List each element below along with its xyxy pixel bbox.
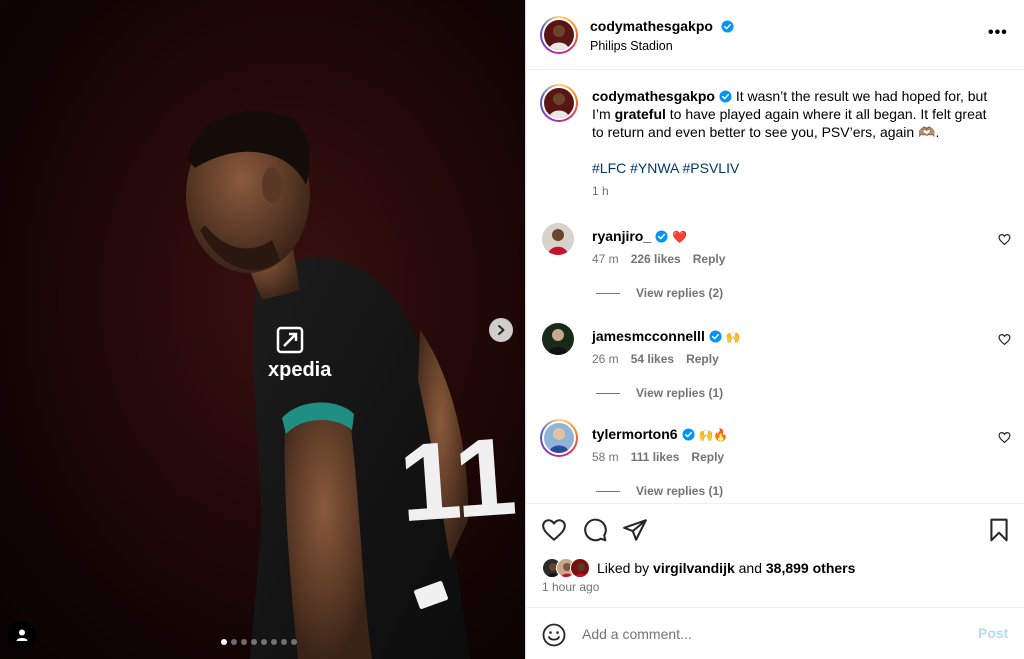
- tagged-users-button[interactable]: [8, 621, 36, 649]
- avatar-image: [544, 88, 574, 118]
- comment-likes[interactable]: 54 likes: [631, 352, 674, 366]
- add-comment-input[interactable]: [582, 622, 962, 646]
- commenter-avatar[interactable]: [540, 419, 578, 457]
- caption-time: 1 h: [592, 184, 609, 198]
- comment-reply-button[interactable]: Reply: [686, 352, 719, 366]
- view-replies-button[interactable]: View replies (1): [596, 386, 723, 400]
- liked-by-user[interactable]: virgilvandijk: [653, 560, 735, 576]
- post-media[interactable]: xpedia 11: [0, 0, 525, 659]
- carousel-dot: [251, 639, 257, 645]
- comment-reply-button[interactable]: Reply: [693, 252, 726, 266]
- liked-by-prefix: Liked by: [597, 560, 650, 576]
- verified-badge-icon: [721, 20, 734, 33]
- comment-meta: 47 m 226 likes Reply: [592, 252, 725, 266]
- comment-text: 🙌: [725, 330, 741, 344]
- comment-line: tylermorton6 🙌🔥: [592, 426, 728, 442]
- player-photo: xpedia 11: [186, 111, 520, 659]
- caption-bold-text: grateful: [614, 106, 666, 122]
- comment-age: 58 m: [592, 450, 619, 464]
- instagram-post-modal: xpedia 11 codymathesgakpo Philips Stadio…: [0, 0, 1024, 659]
- comment-likes[interactable]: 111 likes: [631, 450, 680, 464]
- jersey-sponsor-text: xpedia: [268, 359, 332, 381]
- divider: [596, 292, 620, 294]
- liker-avatars[interactable]: [542, 558, 594, 578]
- avatar-image: [542, 323, 574, 355]
- carousel-indicator: [221, 639, 297, 645]
- post-actions: Liked by virgilvandijk and 38,899 others…: [526, 503, 1024, 608]
- comment-line: ryanjiro_ ❤️: [592, 228, 687, 244]
- more-options-button[interactable]: •••: [988, 24, 1008, 42]
- share-send-icon[interactable]: [622, 517, 648, 543]
- carousel-dot: [241, 639, 247, 645]
- save-bookmark-icon[interactable]: [986, 517, 1012, 543]
- view-replies-label: View replies (1): [636, 386, 724, 400]
- avatar-image: [544, 423, 574, 453]
- view-replies-label: View replies (1): [636, 484, 724, 498]
- comment-item: jamesmcconnelll 🙌 26 m 54 likes Reply Vi…: [526, 323, 1024, 423]
- verified-badge-icon: [709, 330, 722, 343]
- comment-username[interactable]: jamesmcconnelll: [592, 328, 705, 344]
- comment-reply-button[interactable]: Reply: [691, 450, 724, 464]
- carousel-dot: [271, 639, 277, 645]
- view-replies-button[interactable]: View replies (2): [596, 286, 723, 300]
- commenter-avatar[interactable]: [542, 323, 574, 355]
- liked-by-and: and: [738, 560, 762, 576]
- commenter-avatar[interactable]: [542, 223, 574, 255]
- avatar-image: [544, 20, 574, 50]
- carousel-dot: [291, 639, 297, 645]
- divider: [596, 490, 620, 492]
- verified-badge-icon: [655, 230, 668, 243]
- post-header: codymathesgakpo Philips Stadion •••: [526, 0, 1024, 70]
- comment-like-heart-icon[interactable]: [998, 333, 1011, 346]
- avatar-image: [542, 223, 574, 255]
- post-comment-button[interactable]: Post: [978, 625, 1008, 641]
- divider: [596, 392, 620, 394]
- liker-avatar: [570, 558, 590, 578]
- liked-by-others[interactable]: 38,899 others: [766, 560, 856, 576]
- likes-summary: Liked by virgilvandijk and 38,899 others: [542, 558, 855, 578]
- author-avatar[interactable]: [540, 16, 578, 54]
- verified-badge-icon: [682, 428, 695, 441]
- comment-meta: 58 m 111 likes Reply: [592, 450, 724, 464]
- author-username[interactable]: codymathesgakpo: [590, 18, 713, 34]
- comment-age: 47 m: [592, 252, 619, 266]
- comment-username[interactable]: ryanjiro_: [592, 228, 651, 244]
- post-timestamp[interactable]: 1 hour ago: [542, 580, 599, 594]
- carousel-dot: [221, 639, 227, 645]
- chevron-right-icon: [498, 325, 505, 335]
- verified-badge-icon: [719, 90, 732, 103]
- comment-like-heart-icon[interactable]: [998, 233, 1011, 246]
- comment-bubble-icon[interactable]: [582, 517, 608, 543]
- carousel-dot: [231, 639, 237, 645]
- caption-hashtags[interactable]: #LFC #YNWA #PSVLIV: [592, 160, 739, 176]
- like-heart-icon[interactable]: [541, 517, 567, 543]
- post-location[interactable]: Philips Stadion: [590, 39, 673, 53]
- comment-item: ryanjiro_ ❤️ 47 m 226 likes Reply View r…: [526, 223, 1024, 323]
- comment-like-heart-icon[interactable]: [998, 431, 1011, 444]
- comments-section: codymathesgakpo It wasn’t the result we …: [526, 71, 1024, 503]
- comment-username[interactable]: tylermorton6: [592, 426, 678, 442]
- jersey-number: 11: [395, 415, 520, 546]
- comment-meta: 26 m 54 likes Reply: [592, 352, 719, 366]
- caption-username[interactable]: codymathesgakpo: [592, 88, 715, 104]
- comment-age: 26 m: [592, 352, 619, 366]
- view-replies-label: View replies (2): [636, 286, 724, 300]
- post-side-panel: codymathesgakpo Philips Stadion ••• cody…: [525, 0, 1024, 659]
- comment-composer: Post: [526, 608, 1024, 659]
- user-icon: [16, 629, 28, 641]
- carousel-dot: [261, 639, 267, 645]
- comment-line: jamesmcconnelll 🙌: [592, 328, 741, 344]
- comment-text: ❤️: [672, 230, 687, 244]
- carousel-next-button[interactable]: [489, 318, 513, 342]
- caption: codymathesgakpo It wasn’t the result we …: [592, 87, 1002, 141]
- comment-item: tylermorton6 🙌🔥 58 m 111 likes Reply Vie…: [526, 419, 1024, 503]
- comment-text: 🙌🔥: [698, 428, 729, 442]
- emoji-smiley-icon[interactable]: [542, 623, 566, 647]
- comment-likes[interactable]: 226 likes: [631, 252, 681, 266]
- caption-author-avatar[interactable]: [540, 84, 578, 122]
- carousel-dot: [281, 639, 287, 645]
- author-name-row: codymathesgakpo: [590, 18, 734, 36]
- view-replies-button[interactable]: View replies (1): [596, 484, 723, 498]
